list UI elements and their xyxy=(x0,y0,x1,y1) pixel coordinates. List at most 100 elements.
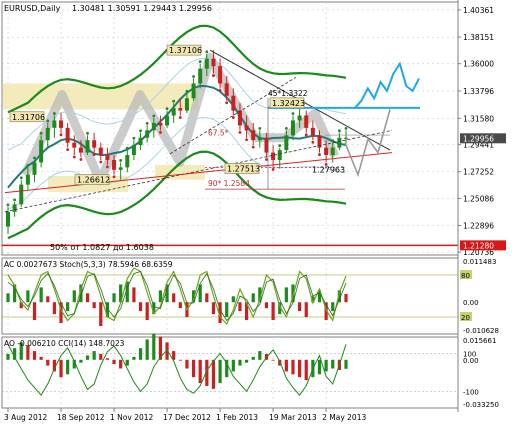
fractal-dot xyxy=(59,133,63,137)
ao-bar xyxy=(85,355,90,360)
chart-svg: AC 0.0027673 Stoch(5,3,3) 78.5946 68.635… xyxy=(0,0,520,425)
candle-body xyxy=(244,125,249,131)
ao-bar xyxy=(185,359,189,369)
candle-body xyxy=(32,162,37,175)
candle-body xyxy=(330,147,335,156)
candle-body xyxy=(125,155,130,168)
fractal-dot xyxy=(165,107,169,111)
ac-bar xyxy=(92,302,96,309)
date-tick-label: 1 Nov 2012 xyxy=(110,413,153,422)
ao-bar xyxy=(324,359,328,372)
fractal-dot xyxy=(198,60,202,64)
ao-bar xyxy=(298,359,302,378)
fractal-dot xyxy=(284,126,288,130)
ao-bar xyxy=(218,359,222,384)
fractal-dot xyxy=(19,176,23,180)
ao-bar xyxy=(152,333,156,360)
current-price-label: 1.29956 xyxy=(463,134,494,143)
price-tick-label: 1.31580 xyxy=(463,114,494,123)
date-tick-label: 17 Dec 2012 xyxy=(163,413,211,422)
fractal-dot xyxy=(218,88,222,92)
fractal-dot xyxy=(26,163,30,167)
date-tick-label: 18 Sep 2012 xyxy=(57,413,105,422)
candle-body xyxy=(59,120,64,128)
candle-body xyxy=(25,174,30,185)
ac-bar xyxy=(172,293,176,303)
fractal-dot xyxy=(258,126,262,130)
candle-body xyxy=(271,152,276,160)
candle-body xyxy=(98,147,103,156)
candle-body xyxy=(6,211,10,227)
candle-body xyxy=(211,58,216,67)
fractal-dot xyxy=(72,155,76,159)
ao-bar xyxy=(46,359,50,366)
candle-body xyxy=(257,137,262,141)
chart-title: EURUSD,Daily xyxy=(4,4,61,13)
fractal-dot xyxy=(185,89,189,93)
fractal-dot xyxy=(331,139,335,143)
candle-body xyxy=(12,204,17,212)
candle-body xyxy=(145,130,150,138)
ac-axis-min: -0.010628 xyxy=(463,327,499,335)
candle-body xyxy=(297,115,302,121)
ac-bar xyxy=(72,290,76,303)
fractal-dot xyxy=(152,114,156,118)
ao-bar xyxy=(271,359,275,361)
fractal-dot xyxy=(39,131,43,135)
fractal-dot xyxy=(178,116,182,119)
ao-bar xyxy=(32,351,37,360)
fib-label-45: 45*1.3322 xyxy=(268,89,308,98)
ac-bar xyxy=(145,302,149,321)
fractal-dot xyxy=(205,50,209,54)
ac-bar xyxy=(32,302,37,321)
price-tick-label: 1.36000 xyxy=(463,60,494,69)
candle-body xyxy=(85,140,90,153)
ao-bar xyxy=(211,359,216,389)
ac-bar xyxy=(26,290,30,303)
candle-body xyxy=(105,155,110,160)
fractal-dot xyxy=(291,112,295,115)
fractal-dot xyxy=(251,145,255,149)
label-127513: 1.27513 xyxy=(227,164,260,173)
fractal-dot xyxy=(132,136,136,140)
ac-bar xyxy=(85,293,90,303)
ao-bar xyxy=(99,353,103,360)
fractal-dot xyxy=(119,159,123,162)
candle-body xyxy=(284,135,289,151)
marked-level-label: 1.21280 xyxy=(463,241,494,250)
ac-bar xyxy=(178,302,182,309)
fractal-dot xyxy=(311,140,315,144)
candle-body xyxy=(204,58,209,69)
ao-bar xyxy=(6,353,10,360)
candle-body xyxy=(224,83,229,96)
chart-ohlc: 1.30481 1.30591 1.29443 1.29956 xyxy=(72,4,212,13)
ao-bar xyxy=(258,351,262,360)
fractal-dot xyxy=(265,158,268,161)
price-tick-label: 1.33796 xyxy=(463,87,494,96)
date-tick-label: 1 Feb 2013 xyxy=(216,413,258,422)
ac-bar xyxy=(344,293,348,303)
candle-body xyxy=(310,127,315,136)
date-tick-label: 2 May 2013 xyxy=(322,413,366,422)
price-tick-label: 1.27252 xyxy=(463,168,494,177)
ao-bar xyxy=(317,359,322,375)
ao-bar xyxy=(244,359,249,363)
ao-bar xyxy=(251,356,255,360)
fractal-dot xyxy=(139,129,142,133)
ao-bar xyxy=(92,351,96,360)
candle-body xyxy=(344,137,348,139)
fractal-dot xyxy=(278,144,282,148)
ac-bar xyxy=(112,293,116,303)
price-tick-label: 1.40361 xyxy=(463,6,494,15)
fractal-dot xyxy=(318,153,321,156)
fractal-dot xyxy=(159,130,162,134)
label-127963: 1.27963 xyxy=(312,165,345,174)
ac-bar xyxy=(238,302,242,312)
ao-axis-minus100: -100 xyxy=(463,388,479,396)
ao-bar xyxy=(79,359,83,363)
candle-body xyxy=(158,122,163,126)
candle-body xyxy=(191,83,196,99)
ac-bar xyxy=(46,296,50,303)
ao-bar xyxy=(125,359,129,366)
ao-bar xyxy=(291,359,295,375)
